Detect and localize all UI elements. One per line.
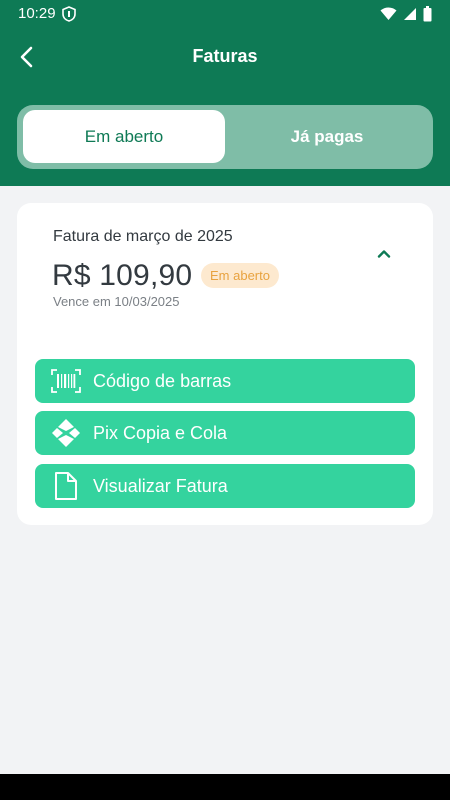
status-time: 10:29 xyxy=(18,5,56,22)
document-icon xyxy=(51,471,81,501)
view-invoice-button-label: Visualizar Fatura xyxy=(93,475,228,496)
barcode-button[interactable]: Código de barras xyxy=(35,359,415,403)
signal-icon xyxy=(404,8,416,20)
barcode-icon xyxy=(51,366,81,396)
pix-icon xyxy=(51,418,81,448)
barcode-button-label: Código de barras xyxy=(93,370,232,391)
tab-open[interactable]: Em aberto xyxy=(23,110,225,163)
chevron-up-icon xyxy=(377,249,391,258)
invoice-due-date: Vence em 10/03/2025 xyxy=(53,294,180,309)
status-bar: 10:29 xyxy=(0,0,450,28)
invoice-card: Fatura de março de 2025 R$ 109,90 Em abe… xyxy=(17,203,433,525)
pix-copy-button[interactable]: Pix Copia e Cola xyxy=(35,411,415,455)
page-title: Faturas xyxy=(192,46,258,66)
collapse-button[interactable] xyxy=(372,243,396,263)
status-icons xyxy=(380,6,432,22)
app-bar: Faturas xyxy=(0,28,450,86)
view-invoice-button[interactable]: Visualizar Fatura xyxy=(35,464,415,508)
status-badge: Em aberto xyxy=(201,263,279,288)
invoice-amount: R$ 109,90 xyxy=(52,259,193,292)
invoice-title: Fatura de março de 2025 xyxy=(53,228,233,245)
wifi-icon xyxy=(380,7,397,20)
shield-icon xyxy=(62,6,76,22)
battery-icon xyxy=(423,6,432,22)
tab-paid[interactable]: Já pagas xyxy=(227,110,427,163)
invoice-tabs: Em aberto Já pagas xyxy=(17,105,433,169)
pix-copy-button-label: Pix Copia e Cola xyxy=(93,422,228,443)
system-navigation-bar xyxy=(0,774,450,800)
